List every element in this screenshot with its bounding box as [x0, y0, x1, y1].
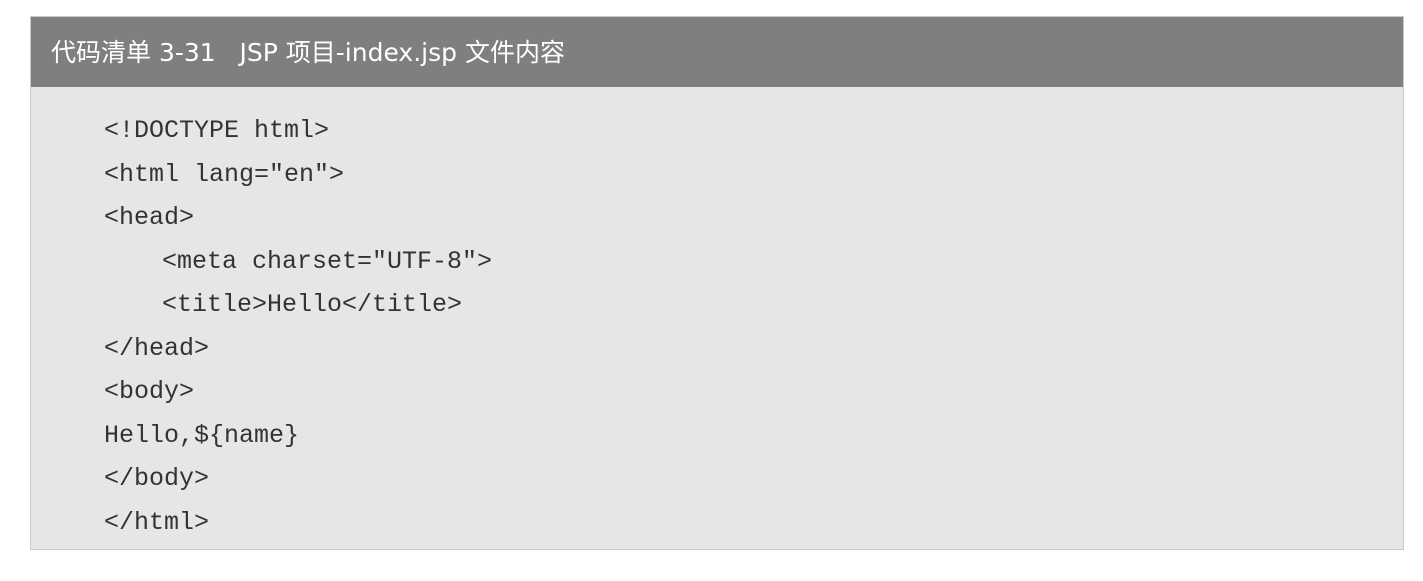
code-listing: 代码清单 3-31 JSP 项目-index.jsp 文件内容 <!DOCTYP… — [30, 16, 1404, 550]
listing-header: 代码清单 3-31 JSP 项目-index.jsp 文件内容 — [31, 17, 1403, 87]
code-block: <!DOCTYPE html> <html lang="en"> <head> … — [104, 109, 1383, 544]
code-line-title: <title>Hello</title> — [162, 290, 463, 319]
code-line-html-open: <html lang="en"> — [104, 159, 345, 189]
code-line-body-open: <body> — [104, 377, 195, 406]
code-line-hello: Hello,${name} — [104, 420, 300, 450]
code-line-head-close: </head> — [104, 333, 210, 363]
code-line-body-close: </body> — [104, 464, 210, 493]
code-line-html-close: </html> — [104, 507, 210, 537]
code-line-doctype: <!DOCTYPE html> — [104, 116, 330, 145]
code-line-meta: <meta charset="UTF-8"> — [162, 246, 493, 276]
listing-title: 代码清单 3-31 JSP 项目-index.jsp 文件内容 — [51, 37, 565, 67]
code-line-head-open: <head> — [104, 203, 195, 232]
